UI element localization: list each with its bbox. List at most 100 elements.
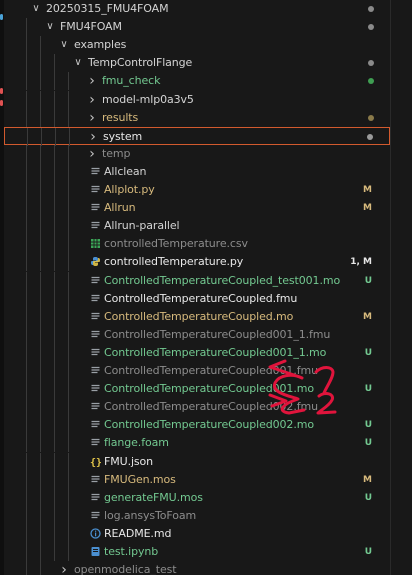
tree-file-allrun[interactable]: Allrun M bbox=[4, 199, 390, 218]
chevron-right-icon[interactable]: › bbox=[86, 72, 98, 90]
indent-guide bbox=[26, 18, 27, 37]
file-lines-icon bbox=[90, 311, 101, 322]
tree-item-label: flange.foam bbox=[104, 436, 169, 450]
indent-guide bbox=[68, 90, 69, 109]
tree-folder-temp[interactable]: › temp bbox=[4, 144, 390, 163]
indent-guide bbox=[26, 488, 27, 507]
tree-file-generatefmu-mos[interactable]: generateFMU.mos U bbox=[4, 488, 390, 507]
tree-folder-results[interactable]: › results bbox=[4, 108, 390, 127]
gutter-marker bbox=[0, 88, 3, 94]
file-lines-icon bbox=[90, 347, 101, 358]
indent-guide bbox=[26, 561, 27, 575]
git-status-badge: U bbox=[364, 547, 372, 557]
indent-guide bbox=[54, 253, 55, 272]
tree-file-flange-foam[interactable]: flange.foam U bbox=[4, 434, 390, 453]
tree-folder-examples[interactable]: ∨ examples bbox=[4, 36, 390, 55]
tree-file-log-ansystofoam[interactable]: log.ansysToFoam bbox=[4, 506, 390, 525]
tree-folder-fmu4foam[interactable]: ∨ FMU4FOAM bbox=[4, 18, 390, 37]
indent-guide bbox=[40, 36, 41, 55]
indent-guide bbox=[40, 561, 41, 575]
tree-file-controlledtemperaturecoupled002-fmu[interactable]: ControlledTemperatureCoupled002.fmu bbox=[4, 398, 390, 417]
gutter-marker bbox=[0, 14, 3, 20]
indent-guide bbox=[54, 307, 55, 326]
tree-folder-20250315-fmu4foam[interactable]: ∨ 20250315_FMU4FOAM bbox=[4, 0, 390, 18]
tree-item-label: controlledTemperature.csv bbox=[104, 237, 248, 251]
tree-file-allrun-parallel[interactable]: Allrun-parallel bbox=[4, 217, 390, 236]
git-status-badge: M bbox=[363, 474, 372, 485]
indent-guide bbox=[40, 452, 41, 471]
indent-guide bbox=[26, 90, 27, 109]
indent-guide bbox=[26, 72, 27, 91]
file-lines-icon bbox=[90, 492, 101, 503]
chevron-right-icon[interactable]: › bbox=[86, 91, 98, 109]
indent-guide bbox=[68, 199, 69, 218]
indent-guide bbox=[40, 470, 41, 489]
chevron-down-icon[interactable]: ∨ bbox=[30, 0, 42, 18]
scrollbar[interactable] bbox=[390, 0, 391, 575]
chevron-down-icon[interactable]: ∨ bbox=[72, 54, 84, 72]
tree-folder-model-mlp0a3v5[interactable]: › model-mlp0a3v5 bbox=[4, 90, 390, 109]
tree-file-fmugen-mos[interactable]: FMUGen.mos M bbox=[4, 470, 390, 489]
tree-file-controlledtemperaturecoupled001-fmu[interactable]: ControlledTemperatureCoupled001.fmu bbox=[4, 362, 390, 380]
indent-guide bbox=[40, 162, 41, 181]
chevron-right-icon[interactable]: › bbox=[86, 109, 98, 127]
file-lines-icon bbox=[90, 329, 101, 340]
tree-item-label: fmu_check bbox=[102, 74, 161, 88]
indent-guide bbox=[40, 271, 41, 290]
indent-guide bbox=[68, 271, 69, 290]
tree-file-allclean[interactable]: Allclean bbox=[4, 162, 390, 181]
tree-item-label: ControlledTemperatureCoupled001.fmu bbox=[104, 364, 318, 377]
indent-guide bbox=[26, 144, 27, 163]
indent-guide bbox=[40, 343, 41, 362]
tree-folder-openmodelica-test[interactable]: › openmodelica_test bbox=[4, 561, 390, 575]
git-status-badge: U bbox=[364, 275, 372, 286]
tree-item-label: temp bbox=[102, 146, 131, 160]
status-dot-icon bbox=[368, 6, 374, 12]
chevron-down-icon[interactable]: ∨ bbox=[44, 18, 56, 36]
indent-guide bbox=[40, 253, 41, 272]
indent-guide bbox=[54, 54, 55, 73]
indent-guide bbox=[27, 127, 28, 146]
tree-file-allplot-py[interactable]: Allplot.py M bbox=[4, 181, 390, 199]
indent-guide bbox=[54, 543, 55, 561]
tree-file-controlledtemperature-py[interactable]: controlledTemperature.py 1, M bbox=[4, 253, 390, 272]
tree-file-controlledtemperaturecoupled001-1-mo[interactable]: ControlledTemperatureCoupled001_1.mo U bbox=[4, 343, 390, 362]
tree-file-controlledtemperaturecoupled-fmu[interactable]: ControlledTemperatureCoupled.fmu bbox=[4, 289, 390, 308]
tree-file-controlledtemperaturecoupled001-1-fmu[interactable]: ControlledTemperatureCoupled001_1.fmu bbox=[4, 325, 390, 344]
tree-folder-system[interactable]: › system bbox=[4, 126, 390, 146]
chevron-down-icon[interactable]: ∨ bbox=[58, 36, 70, 54]
tree-file-controlledtemperaturecoupled002-mo[interactable]: ControlledTemperatureCoupled002.mo U bbox=[4, 416, 390, 435]
indent-guide bbox=[26, 54, 27, 73]
indent-guide bbox=[68, 506, 69, 525]
tree-file-readme-md[interactable]: README.md bbox=[4, 524, 390, 543]
status-dot-icon bbox=[368, 60, 374, 67]
indent-guide bbox=[68, 235, 69, 254]
chevron-right-icon[interactable]: › bbox=[58, 561, 70, 575]
tree-file-controlledtemperaturecoupled-mo[interactable]: ControlledTemperatureCoupled.mo M bbox=[4, 307, 390, 326]
tree-file-test-ipynb[interactable]: test.ipynb U bbox=[4, 543, 390, 561]
tree-item-label: ControlledTemperatureCoupled.fmu bbox=[104, 291, 298, 305]
indent-guide bbox=[68, 543, 69, 561]
tree-file-controlledtemperature-csv[interactable]: controlledTemperature.csv bbox=[4, 235, 390, 254]
git-status-badge: U bbox=[364, 438, 372, 449]
tree-item-label: README.md bbox=[104, 526, 172, 540]
tree-file-fmu-json[interactable]: {} FMU.json bbox=[4, 452, 390, 471]
chevron-right-icon[interactable]: › bbox=[86, 145, 98, 163]
tree-folder-fmu-check[interactable]: › fmu_check bbox=[4, 72, 390, 91]
indent-guide bbox=[54, 108, 55, 127]
indent-guide bbox=[54, 343, 55, 362]
indent-guide bbox=[40, 72, 41, 91]
indent-guide bbox=[40, 398, 41, 417]
indent-guide bbox=[40, 362, 41, 380]
indent-guide bbox=[26, 416, 27, 435]
gutter-marker bbox=[0, 100, 3, 106]
tree-file-controlledtemperaturecoupled-test001-mo[interactable]: ControlledTemperatureCoupled_test001.mo U bbox=[4, 271, 390, 290]
git-status-badge: U bbox=[364, 347, 372, 358]
indent-guide bbox=[40, 543, 41, 561]
indent-guide bbox=[40, 108, 41, 127]
tree-file-controlledtemperaturecoupled001-mo[interactable]: ControlledTemperatureCoupled001.mo U bbox=[4, 380, 390, 399]
tree-folder-tempcontrolflange[interactable]: ∨ TempControlFlange bbox=[4, 54, 390, 73]
chevron-right-icon[interactable]: › bbox=[87, 128, 99, 146]
tree-item-label: ControlledTemperatureCoupled002.mo bbox=[104, 418, 314, 432]
file-lines-icon bbox=[90, 510, 101, 521]
